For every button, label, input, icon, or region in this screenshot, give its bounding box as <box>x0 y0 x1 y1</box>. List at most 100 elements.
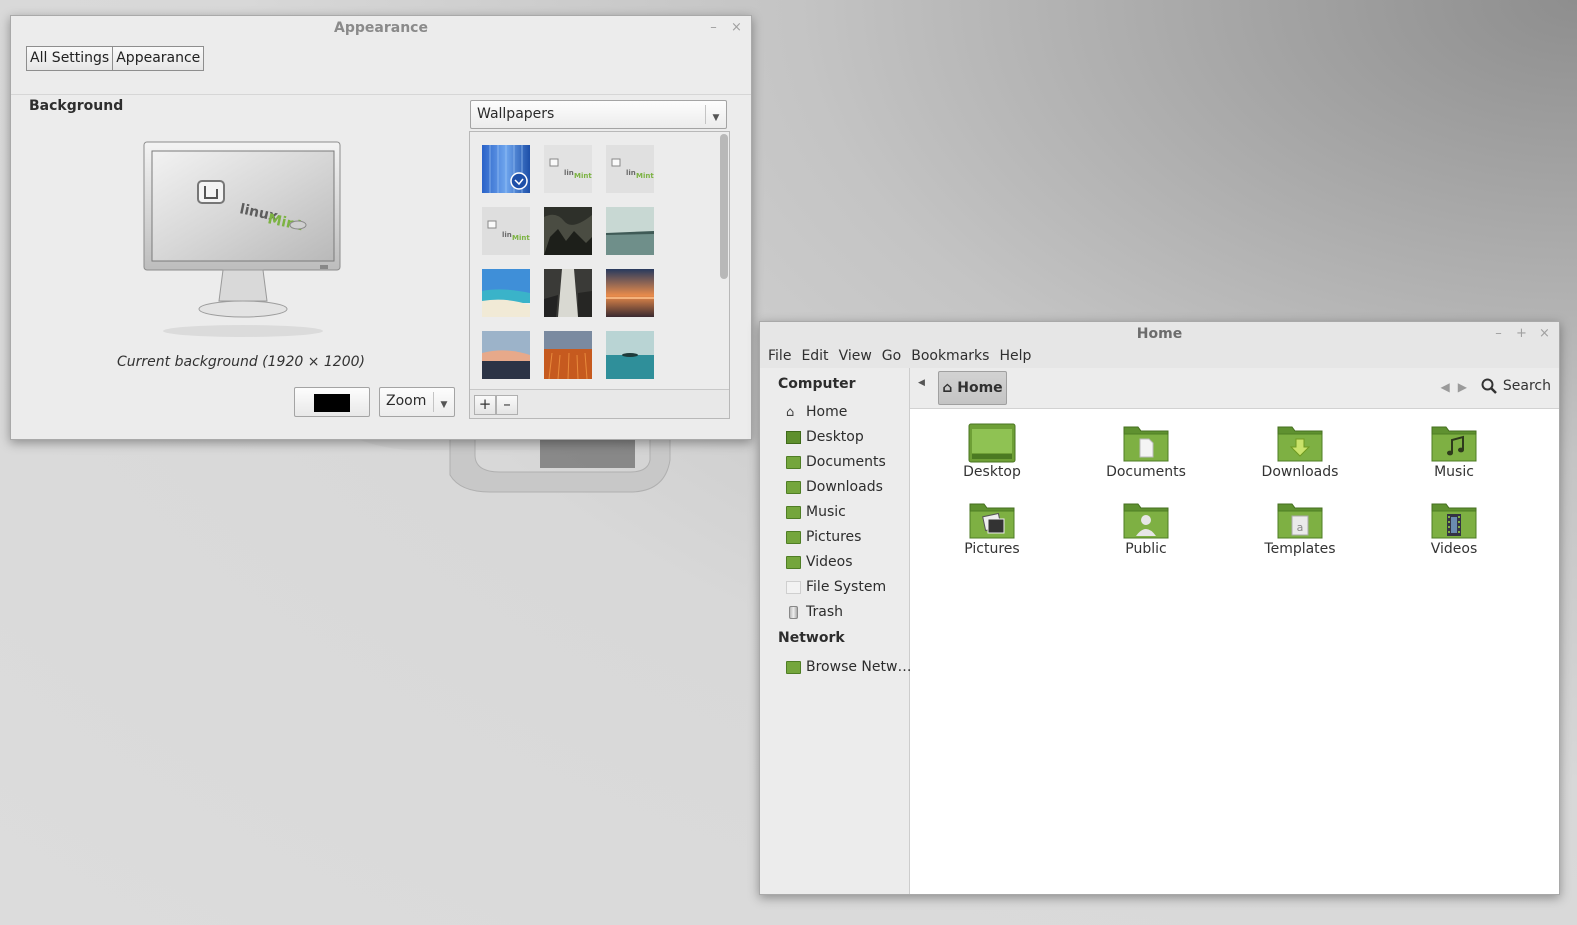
sidebar-item-documents[interactable]: Documents <box>786 451 886 473</box>
videos-folder-icon <box>1431 503 1477 539</box>
folder-downloads[interactable]: Downloads <box>1240 423 1360 480</box>
desktop-folder-icon <box>968 423 1016 463</box>
wallpaper-source-dropdown[interactable]: Wallpapers ▼ <box>470 100 727 129</box>
menu-view[interactable]: View <box>839 348 872 368</box>
wallpaper-thumbnail[interactable]: lin Mint <box>606 145 654 193</box>
wallpaper-thumbnail[interactable] <box>482 145 530 193</box>
folder-desktop[interactable]: Desktop <box>932 423 1052 480</box>
sidebar-item-label: File System <box>806 579 887 595</box>
minimize-button[interactable]: – <box>707 20 720 36</box>
wallpaper-thumbnail[interactable] <box>606 207 654 255</box>
back-arrow-icon[interactable]: ◀ <box>1441 380 1458 394</box>
window-title: Home <box>1136 326 1183 342</box>
sidebar-item-trash[interactable]: Trash <box>786 601 843 623</box>
sidebar-item-label: Home <box>806 404 848 420</box>
folder-label: Desktop <box>963 464 1021 480</box>
path-home-button[interactable]: ⌂ Home <box>938 371 1007 405</box>
close-button[interactable]: × <box>1538 326 1551 342</box>
downloads-folder-icon <box>786 480 801 494</box>
add-wallpaper-button[interactable]: + <box>474 395 496 415</box>
svg-text:Mint: Mint <box>574 172 592 180</box>
wallpaper-thumbnail-panel: lin Mint lin Mint lin Mint + – <box>469 131 730 419</box>
sidebar-item-file-system[interactable]: File System <box>786 576 886 598</box>
menu-edit[interactable]: Edit <box>801 348 828 368</box>
documents-folder-icon <box>786 455 801 469</box>
chevron-down-icon: ▼ <box>705 105 726 124</box>
public-folder-icon <box>1123 503 1169 539</box>
appearance-window: Appearance – × All Settings Appearance B… <box>10 15 752 440</box>
section-title: Background <box>29 98 124 114</box>
sidebar-item-home[interactable]: ⌂ Home <box>786 401 847 423</box>
sidebar-item-videos[interactable]: Videos <box>786 551 853 573</box>
svg-text:lin: lin <box>564 169 574 177</box>
folder-documents[interactable]: Documents <box>1086 423 1206 480</box>
wallpaper-thumbnail[interactable] <box>544 207 592 255</box>
minimize-button[interactable]: – <box>1492 326 1505 342</box>
folder-label: Downloads <box>1261 464 1339 480</box>
sidebar-item-label: Desktop <box>806 429 864 445</box>
menu-help[interactable]: Help <box>999 348 1031 368</box>
maximize-button[interactable]: + <box>1515 326 1528 342</box>
svg-text:lin: lin <box>626 169 636 177</box>
wallpaper-thumbnail[interactable] <box>544 269 592 317</box>
drive-icon <box>786 580 801 594</box>
appearance-titlebar[interactable]: Appearance <box>11 16 751 42</box>
thumbnail-toolbar: + – <box>470 389 729 418</box>
folder-label: Music <box>1434 464 1474 480</box>
folder-pictures[interactable]: Pictures <box>932 500 1052 557</box>
current-background-caption: Current background (1920 × 1200) <box>117 354 365 370</box>
file-manager-window: Home – + × File Edit View Go Bookmarks H… <box>759 321 1560 895</box>
wallpaper-thumbnail[interactable] <box>482 269 530 317</box>
pictures-folder-icon <box>786 530 801 544</box>
sidebar-item-music[interactable]: Music <box>786 501 846 523</box>
home-icon: ⌂ <box>786 404 795 420</box>
sidebar-item-label: Documents <box>806 454 886 470</box>
monitor-preview: linux Mint <box>143 141 341 337</box>
desktop-icon <box>786 430 801 444</box>
sidebar-item-downloads[interactable]: Downloads <box>786 476 883 498</box>
folder-label: Documents <box>1106 464 1186 480</box>
sidebar-item-browse-network[interactable]: Browse Netw… <box>786 656 911 678</box>
wallpaper-thumbnail[interactable] <box>606 331 654 379</box>
folder-label: Templates <box>1264 541 1336 557</box>
places-sidebar: Computer ⌂ Home Desktop Documents Downlo… <box>760 368 911 894</box>
trash-icon <box>789 605 798 619</box>
breadcrumb-all-settings[interactable]: All Settings <box>26 46 114 71</box>
breadcrumb-appearance[interactable]: Appearance <box>113 46 205 71</box>
wallpaper-thumbnail[interactable] <box>606 269 654 317</box>
picture-option-dropdown[interactable]: Zoom ▼ <box>379 387 455 417</box>
sidebar-item-label: Browse Netw… <box>806 659 912 675</box>
color-swatch <box>314 394 350 412</box>
music-folder-icon <box>786 505 801 519</box>
remove-wallpaper-button[interactable]: – <box>496 395 518 415</box>
folder-templates[interactable]: a Templates <box>1240 500 1360 557</box>
search-button[interactable]: Search <box>1481 378 1551 394</box>
home-titlebar[interactable]: Home <box>760 322 1559 348</box>
folder-label: Pictures <box>964 541 1020 557</box>
sidebar-item-desktop[interactable]: Desktop <box>786 426 864 448</box>
wallpaper-thumbnail[interactable] <box>544 331 592 379</box>
folder-music[interactable]: Music <box>1394 423 1514 480</box>
sidebar-item-label: Music <box>806 504 846 520</box>
menu-go[interactable]: Go <box>882 348 901 368</box>
downloads-folder-icon <box>1277 426 1323 462</box>
folder-public[interactable]: Public <box>1086 500 1206 557</box>
chevron-left-icon[interactable]: ◀ <box>918 378 925 388</box>
close-button[interactable]: × <box>730 20 743 36</box>
menu-bookmarks[interactable]: Bookmarks <box>911 348 989 368</box>
sidebar-item-label: Downloads <box>806 479 883 495</box>
wallpaper-thumbnail[interactable]: lin Mint <box>544 145 592 193</box>
menu-bar: File Edit View Go Bookmarks Help <box>760 348 1559 368</box>
wallpaper-thumbnail[interactable]: lin Mint <box>482 207 530 255</box>
menu-file[interactable]: File <box>768 348 791 368</box>
forward-arrow-icon[interactable]: ▶ <box>1458 380 1475 394</box>
sidebar-heading-network: Network <box>778 630 845 646</box>
sidebar-item-pictures[interactable]: Pictures <box>786 526 861 548</box>
videos-folder-icon <box>786 555 801 569</box>
folder-videos[interactable]: Videos <box>1394 500 1514 557</box>
background-color-button[interactable] <box>294 387 370 417</box>
sidebar-heading-computer: Computer <box>778 376 856 392</box>
navigation-arrows: ◀▶ <box>1441 380 1475 394</box>
thumbnail-scrollbar[interactable] <box>720 134 728 279</box>
wallpaper-thumbnail[interactable] <box>482 331 530 379</box>
